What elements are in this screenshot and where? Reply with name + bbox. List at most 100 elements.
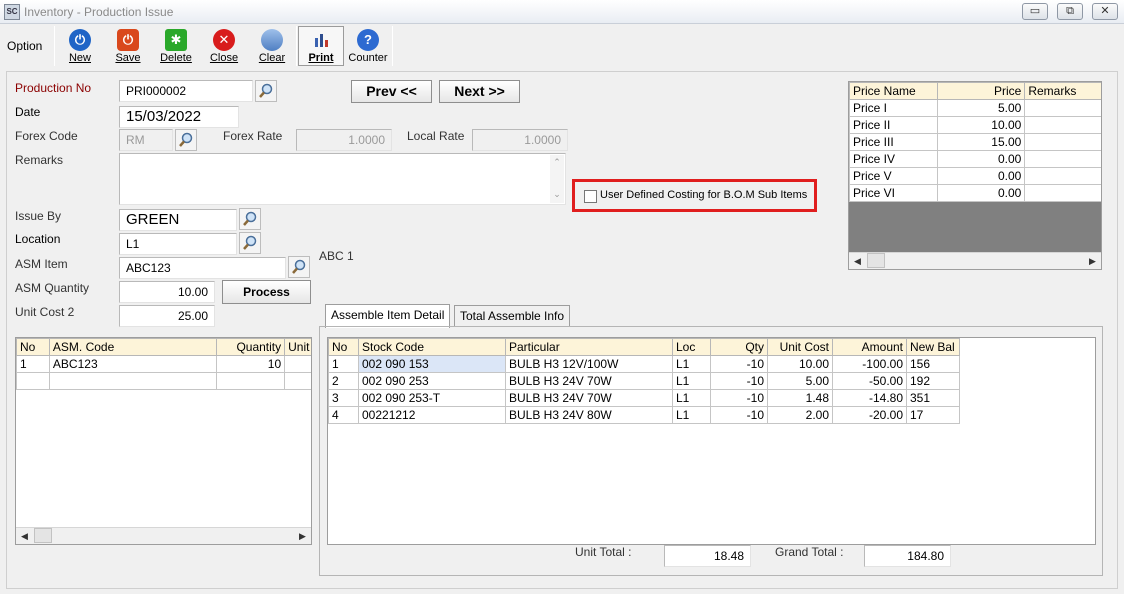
price-row-cell[interactable] [1024,133,1101,151]
remarks-textarea[interactable] [119,153,566,205]
production-no-field[interactable]: PRI000002 [119,80,253,102]
detail-row-cell[interactable]: BULB H3 24V 70W [505,389,673,407]
forex-code-field[interactable]: RM [119,129,173,151]
asm-row-cell[interactable]: ABC123 [48,355,218,373]
detail-row-cell[interactable]: 002 090 253-T [358,389,506,407]
detail-row-cell[interactable]: 2.00 [767,406,833,424]
detail-row-cell[interactable]: 156 [906,355,960,373]
price-row-cell[interactable]: 0.00 [936,184,1026,202]
detail-no-header[interactable]: No [328,338,359,356]
local-rate-field[interactable]: 1.0000 [472,129,568,151]
price-row-cell[interactable]: Price II [849,116,938,134]
detail-stock-code-header[interactable]: Stock Code [358,338,506,356]
new-button[interactable]: ⏻ New [57,26,103,66]
detail-row-cell[interactable]: 4 [328,406,359,424]
detail-row-cell[interactable]: 3 [328,389,359,407]
asm-unit-header[interactable]: Unit [284,338,311,356]
detail-row-cell[interactable]: -100.00 [832,355,907,373]
detail-row-cell[interactable]: L1 [672,389,711,407]
scroll-right-icon[interactable]: ▶ [1084,253,1101,269]
detail-row-cell[interactable]: -50.00 [832,372,907,390]
price-row-cell[interactable] [1024,184,1101,202]
issue-by-lookup-button[interactable] [239,208,261,230]
date-field[interactable]: 15/03/2022 [119,106,239,128]
detail-row-cell[interactable]: 002 090 253 [358,372,506,390]
detail-particular-header[interactable]: Particular [505,338,673,356]
detail-qty-header[interactable]: Qty [710,338,768,356]
scroll-thumb[interactable] [34,528,52,543]
detail-new-bal-header[interactable]: New Bal [906,338,960,356]
print-button[interactable]: Print [298,26,344,66]
detail-row-cell[interactable]: -10 [710,406,768,424]
detail-row-cell[interactable]: L1 [672,372,711,390]
asm-row-cell[interactable] [284,372,311,390]
asm-row-cell[interactable] [16,372,50,390]
detail-row-cell[interactable]: 10.00 [767,355,833,373]
detail-row-cell[interactable]: 351 [906,389,960,407]
delete-button[interactable]: ✱ Delete [153,26,199,66]
detail-amount-header[interactable]: Amount [832,338,907,356]
price-row-cell[interactable]: 0.00 [936,150,1026,168]
price-grid-scrollbar[interactable]: ◀ ▶ [849,252,1101,269]
location-lookup-button[interactable] [239,232,261,254]
detail-row-cell[interactable]: L1 [672,355,711,373]
asm-row-cell[interactable] [48,372,218,390]
price-row-cell[interactable]: Price VI [849,184,938,202]
detail-row[interactable]: 1 002 090 153 BULB H3 12V/100W L1 -10 10.00 -1… [328,355,960,373]
detail-row-cell[interactable]: 2 [328,372,359,390]
forex-rate-field[interactable]: 1.0000 [296,129,392,151]
price-row-cell[interactable]: 0.00 [936,167,1026,185]
scroll-right-icon[interactable]: ▶ [294,528,311,544]
asm-row-cell[interactable] [216,372,286,390]
price-row[interactable]: Price I 5.00 [849,99,1101,117]
asm-row[interactable] [16,372,311,390]
price-row-cell[interactable]: Price V [849,167,938,185]
detail-row-cell[interactable]: -10 [710,355,768,373]
asm-item-field[interactable]: ABC123 [119,257,286,279]
price-row-cell[interactable] [1024,116,1101,134]
minimize-button[interactable]: ▭ [1022,3,1048,20]
price-row-cell[interactable] [1024,99,1101,117]
asm-row-cell[interactable]: 10 [216,355,286,373]
detail-row-cell[interactable]: -10 [710,372,768,390]
tab-assemble-item-detail[interactable]: Assemble Item Detail [325,304,451,328]
detail-row-cell[interactable]: -14.80 [832,389,907,407]
asm-row-cell[interactable]: 1 [16,355,50,373]
price-row[interactable]: Price V 0.00 [849,167,1101,185]
process-button[interactable]: Process [222,280,311,304]
scroll-thumb[interactable] [867,253,885,268]
save-button[interactable]: ⏻ Save [105,26,151,66]
clear-button[interactable]: Clear [249,26,295,66]
remarks-scrollbar[interactable]: ⌃ ⌄ [550,155,564,203]
price-row-cell[interactable]: Price I [849,99,938,117]
asm-quantity-header[interactable]: Quantity [216,338,286,356]
asm-item-lookup-button[interactable] [288,256,310,278]
scroll-left-icon[interactable]: ◀ [849,253,866,269]
production-no-lookup-button[interactable] [255,80,277,102]
asm-row[interactable]: 1 ABC123 10 [16,355,311,373]
detail-row-cell[interactable]: 5.00 [767,372,833,390]
price-row-cell[interactable]: 5.00 [936,99,1026,117]
scroll-left-icon[interactable]: ◀ [16,528,33,544]
detail-row-cell[interactable]: 17 [906,406,960,424]
price-name-header[interactable]: Price Name [849,82,938,100]
detail-row-cell[interactable]: 1.48 [767,389,833,407]
counter-button[interactable]: ? Counter [345,26,391,66]
detail-row-cell[interactable]: -20.00 [832,406,907,424]
detail-row[interactable]: 4 00221212 BULB H3 24V 80W L1 -10 2.00 -20.00 1… [328,406,960,424]
asm-grid[interactable]: No ASM. Code Quantity Unit 1 ABC123 10 ◀ ▶ [15,337,312,545]
price-row-cell[interactable]: Price III [849,133,938,151]
restore-button[interactable]: ⧉ [1057,3,1083,20]
price-header[interactable]: Price [936,82,1026,100]
next-button[interactable]: Next >> [439,80,520,103]
price-grid[interactable]: Price Name Price Remarks Price I 5.00 Pric… [848,81,1102,270]
detail-grid[interactable]: No Stock Code Particular Loc Qty Unit Co… [327,337,1096,545]
asm-code-header[interactable]: ASM. Code [48,338,218,356]
price-row[interactable]: Price III 15.00 [849,133,1101,151]
detail-row-cell[interactable]: BULB H3 24V 80W [505,406,673,424]
price-row-cell[interactable] [1024,150,1101,168]
forex-code-lookup-button[interactable] [175,129,197,151]
price-row-cell[interactable] [1024,167,1101,185]
price-row[interactable]: Price II 10.00 [849,116,1101,134]
price-remarks-header[interactable]: Remarks [1024,82,1101,100]
